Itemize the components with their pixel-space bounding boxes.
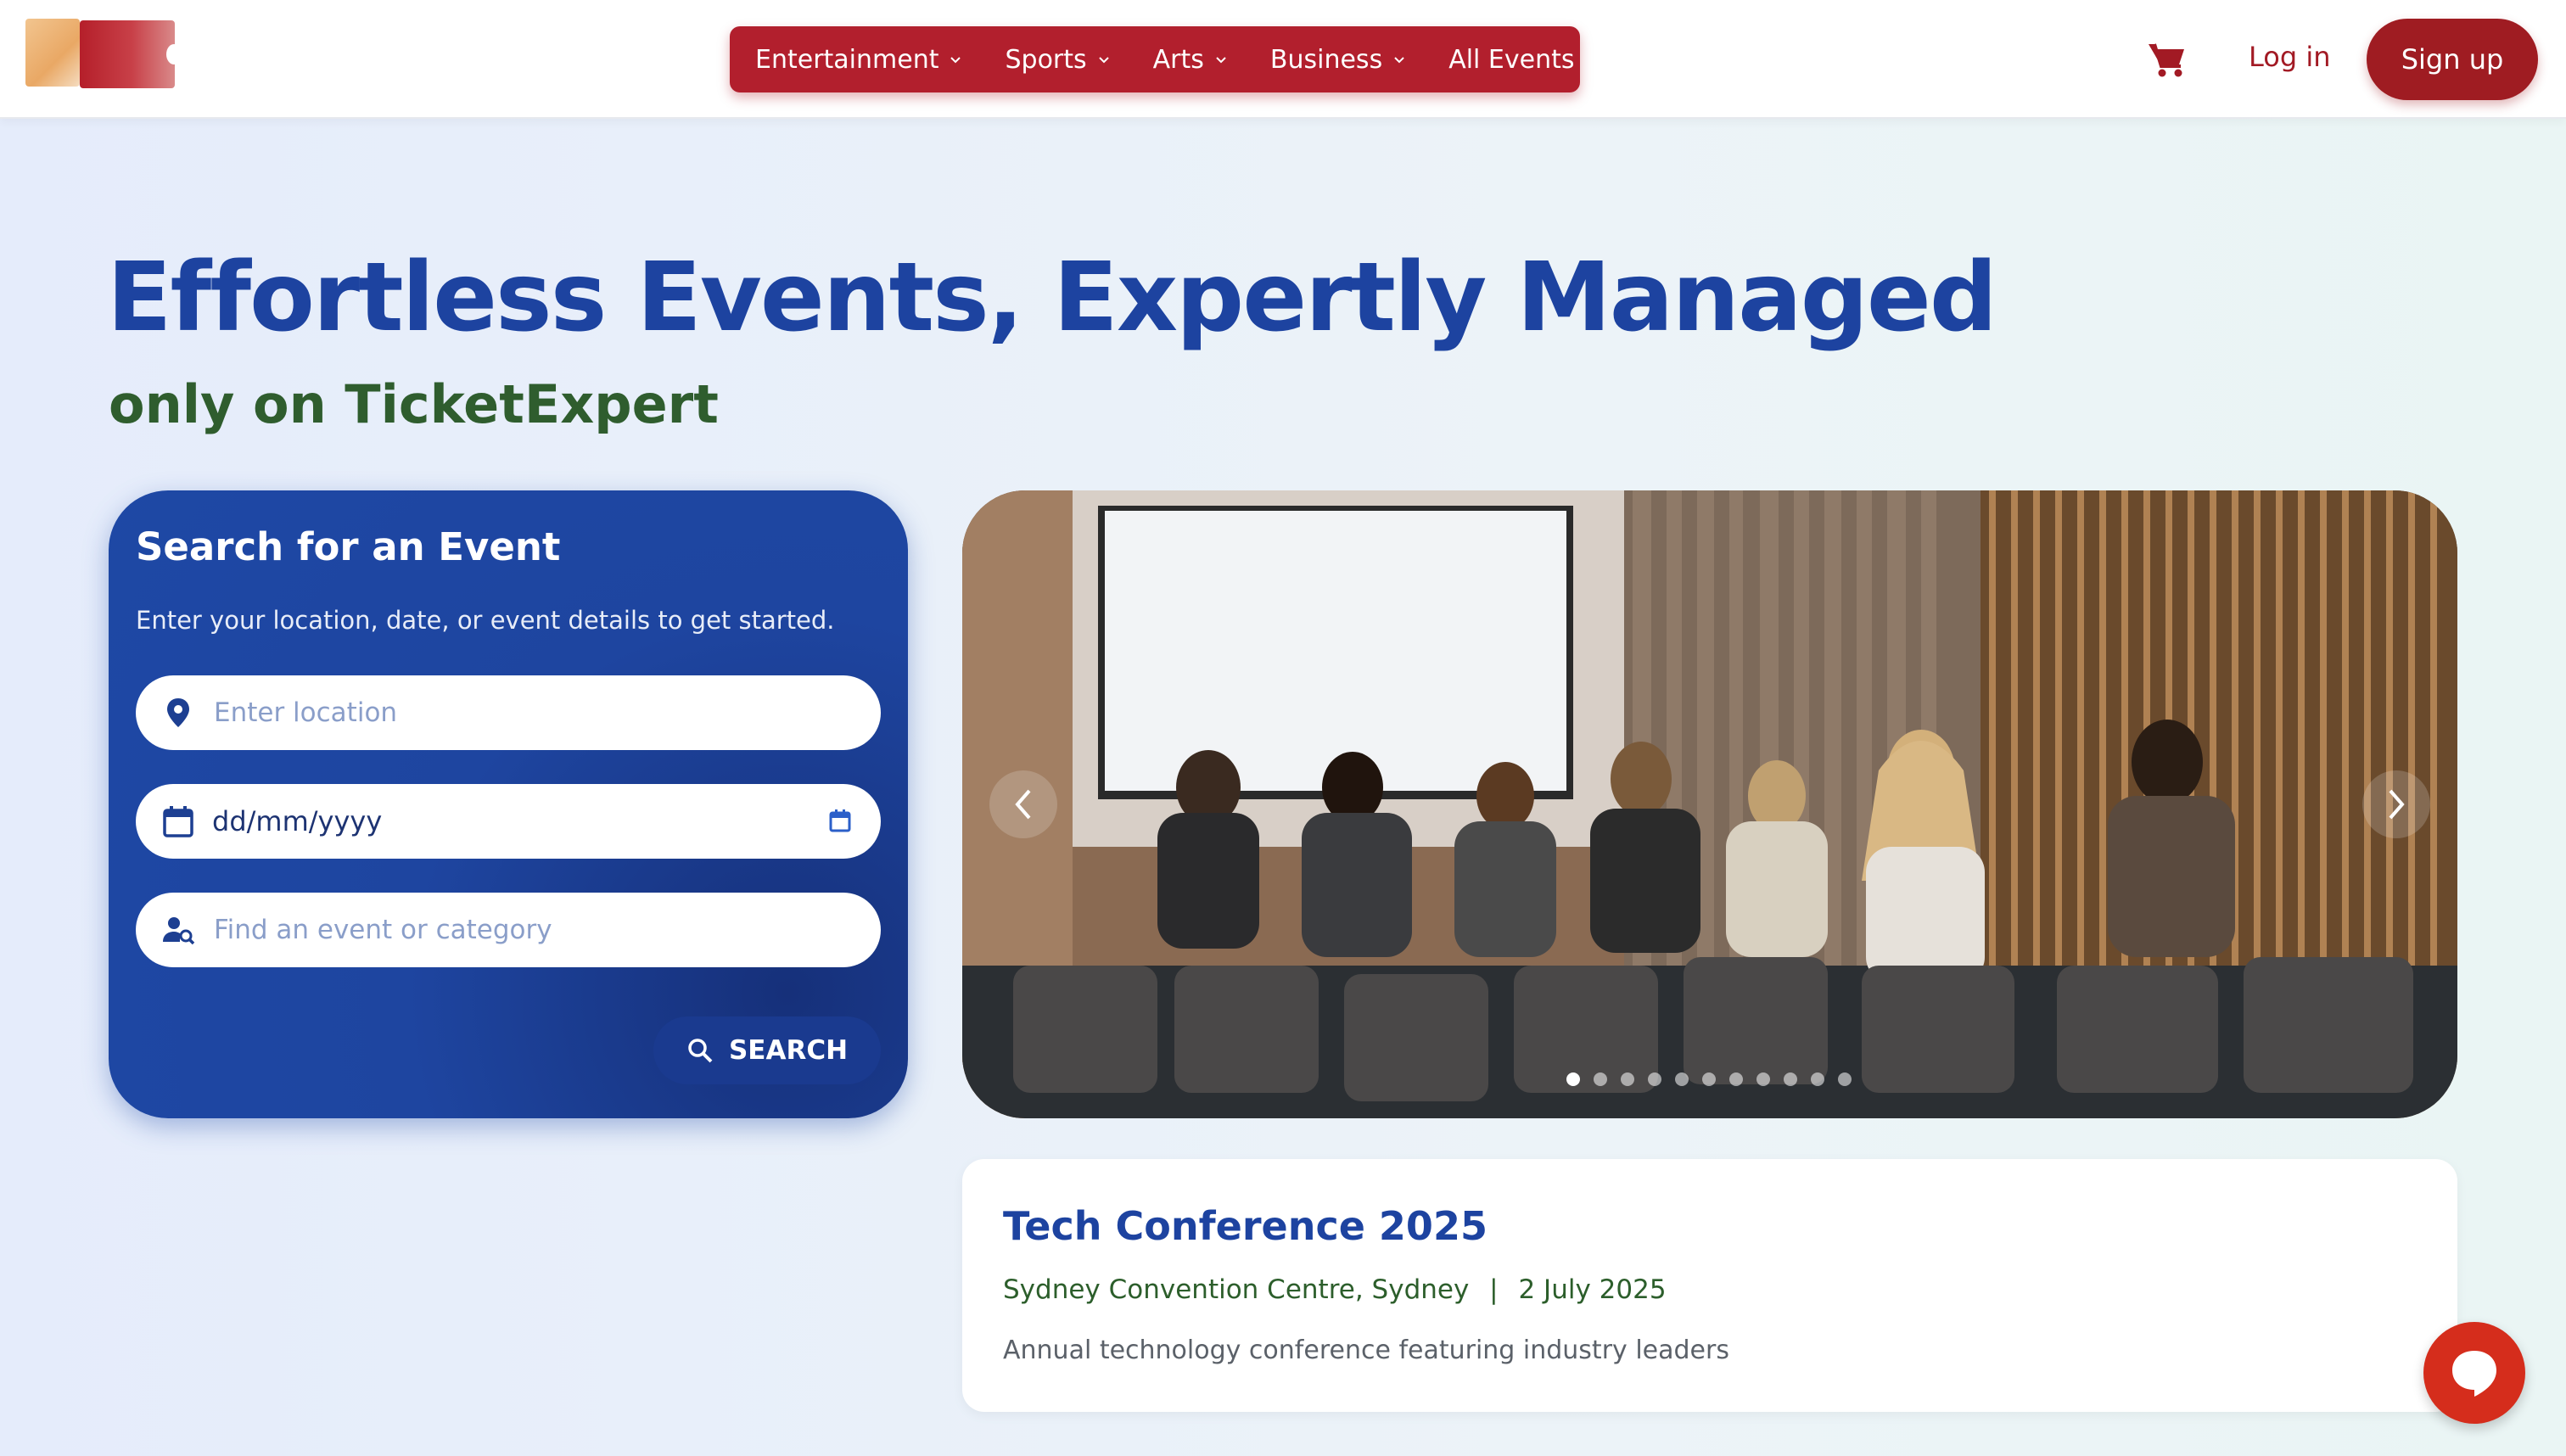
search-card: Search for an Event Enter your location,… bbox=[109, 490, 908, 1118]
event-title[interactable]: Tech Conference 2025 bbox=[1003, 1203, 1487, 1249]
hero-title: Effortless Events, Expertly Managed bbox=[107, 243, 1997, 353]
chevron-left-icon bbox=[1015, 789, 1031, 820]
logo-notch bbox=[166, 44, 182, 64]
nav-business-label: Business bbox=[1269, 44, 1383, 75]
carousel-dot[interactable] bbox=[1811, 1072, 1824, 1086]
calendar-icon bbox=[163, 806, 193, 837]
carousel-dot[interactable] bbox=[1566, 1072, 1580, 1086]
chevron-down-icon bbox=[1216, 57, 1226, 64]
logo-ticket-left bbox=[25, 19, 80, 87]
carousel-dot[interactable] bbox=[1784, 1072, 1797, 1086]
nav-arts[interactable]: Arts bbox=[1153, 45, 1228, 75]
location-pin-icon bbox=[167, 698, 189, 727]
nav-business[interactable]: Business bbox=[1270, 45, 1406, 75]
carousel-dot[interactable] bbox=[1756, 1072, 1770, 1086]
search-button[interactable]: SEARCH bbox=[653, 1016, 881, 1084]
event-carousel[interactable] bbox=[962, 490, 2457, 1118]
conference-photo bbox=[962, 490, 2457, 1118]
main-nav: Entertainment Sports Arts Business All E… bbox=[730, 26, 1580, 92]
event-query-field[interactable] bbox=[136, 893, 881, 967]
location-field[interactable] bbox=[136, 675, 881, 750]
carousel-dot[interactable] bbox=[1675, 1072, 1689, 1086]
nav-entertainment-label: Entertainment bbox=[755, 44, 939, 75]
carousel-dot[interactable] bbox=[1729, 1072, 1743, 1086]
search-description: Enter your location, date, or event deta… bbox=[136, 606, 835, 635]
logo-ticket-right bbox=[80, 20, 182, 88]
event-date: 2 July 2025 bbox=[1518, 1274, 1667, 1305]
signup-button[interactable]: Sign up bbox=[2367, 19, 2538, 100]
site-header: Entertainment Sports Arts Business All E… bbox=[0, 0, 2566, 119]
chat-button[interactable] bbox=[2423, 1322, 2525, 1424]
date-input[interactable]: dd/mm/yyyy bbox=[212, 805, 382, 837]
event-separator: | bbox=[1489, 1274, 1499, 1305]
nav-sports-label: Sports bbox=[1005, 44, 1087, 75]
carousel-dot[interactable] bbox=[1702, 1072, 1716, 1086]
event-description: Annual technology conference featuring i… bbox=[1003, 1336, 1729, 1365]
carousel-dot[interactable] bbox=[1594, 1072, 1607, 1086]
event-venue: Sydney Convention Centre, Sydney bbox=[1003, 1274, 1470, 1305]
event-query-input[interactable] bbox=[212, 914, 759, 946]
carousel-next-button[interactable] bbox=[2362, 770, 2430, 838]
nav-all-events[interactable]: All Events bbox=[1448, 45, 1574, 75]
shopping-cart-icon[interactable] bbox=[2147, 41, 2188, 80]
logo[interactable] bbox=[25, 19, 182, 88]
nav-arts-label: Arts bbox=[1152, 44, 1204, 75]
chat-bubble-icon bbox=[2452, 1351, 2496, 1397]
person-search-icon bbox=[163, 917, 195, 945]
carousel-prev-button[interactable] bbox=[989, 770, 1057, 838]
featured-event-card[interactable]: Tech Conference 2025 Sydney Convention C… bbox=[962, 1159, 2457, 1412]
nav-entertainment[interactable]: Entertainment bbox=[755, 45, 962, 75]
chevron-down-icon bbox=[1098, 57, 1109, 64]
date-picker-icon[interactable] bbox=[828, 808, 852, 833]
event-meta: Sydney Convention Centre, Sydney | 2 Jul… bbox=[1003, 1274, 1667, 1305]
hero-subtitle: only on TicketExpert bbox=[109, 373, 719, 435]
search-icon bbox=[688, 1039, 713, 1063]
location-input[interactable] bbox=[212, 697, 759, 729]
login-link[interactable]: Log in bbox=[2249, 41, 2331, 73]
nav-sports[interactable]: Sports bbox=[1005, 45, 1110, 75]
chevron-down-icon bbox=[950, 57, 961, 64]
nav-all-events-label: All Events bbox=[1448, 44, 1575, 75]
carousel-dot[interactable] bbox=[1621, 1072, 1634, 1086]
chevron-down-icon bbox=[1394, 57, 1404, 64]
chevron-right-icon bbox=[2389, 789, 2405, 820]
search-button-label: SEARCH bbox=[728, 1035, 849, 1066]
carousel-dot[interactable] bbox=[1648, 1072, 1661, 1086]
carousel-dots bbox=[1566, 1072, 1865, 1086]
date-field[interactable]: dd/mm/yyyy bbox=[136, 784, 881, 859]
search-title: Search for an Event bbox=[136, 524, 561, 569]
carousel-dot[interactable] bbox=[1838, 1072, 1852, 1086]
